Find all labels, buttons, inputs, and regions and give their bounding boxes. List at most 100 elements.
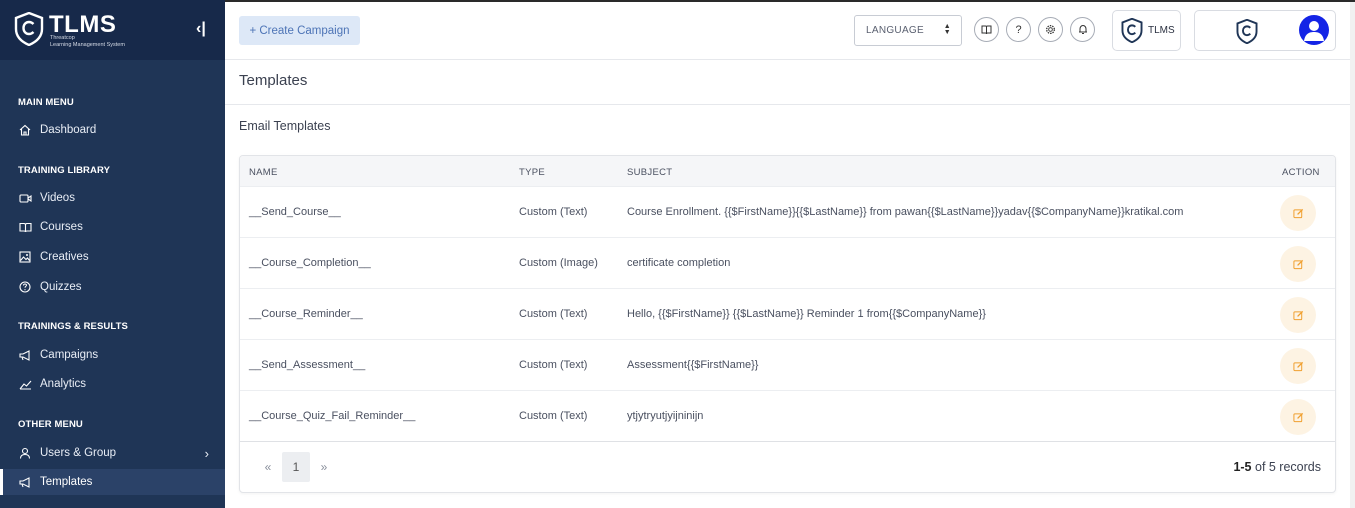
bell-icon[interactable] [1070, 17, 1095, 42]
column-header-action: ACTION [1282, 167, 1320, 178]
table-row: __Send_Course__ Custom (Text) Course Enr… [240, 187, 1335, 238]
settings-icon[interactable] [1038, 17, 1063, 42]
section-main-menu: MAIN MENU [18, 97, 74, 108]
video-icon [18, 191, 32, 205]
megaphone-icon [18, 348, 32, 362]
cell-name: __Course_Quiz_Fail_Reminder__ [249, 410, 416, 422]
table-row: __Course_Completion__ Custom (Image) cer… [240, 238, 1335, 289]
company-shield-icon [1236, 19, 1258, 44]
user-menu[interactable] [1194, 10, 1336, 51]
sidebar-item-label: Videos [40, 192, 75, 204]
cell-subject: certificate completion [627, 257, 731, 269]
org-name: TLMS [1148, 25, 1175, 36]
user-avatar-icon [1304, 21, 1324, 41]
cell-type: Custom (Text) [519, 359, 588, 371]
pagination-page[interactable]: 1 [282, 452, 310, 482]
cell-type: Custom (Text) [519, 308, 588, 320]
column-header-name: NAME [249, 167, 278, 178]
cell-name: __Course_Completion__ [249, 257, 371, 269]
sidebar-item-templates[interactable]: Templates [0, 469, 225, 495]
brand-subtitle-2: Learning Management System [50, 42, 125, 48]
trend-chart-icon [18, 377, 32, 391]
table-row: __Course_Reminder__ Custom (Text) Hello,… [240, 289, 1335, 340]
cell-name: __Send_Course__ [249, 206, 341, 218]
user-icon [18, 446, 32, 460]
sidebar-item-dashboard[interactable]: Dashboard [0, 117, 225, 143]
scrollbar[interactable] [1350, 2, 1355, 508]
edit-template-button[interactable] [1280, 246, 1316, 282]
edit-icon [1292, 259, 1303, 269]
sidebar-item-label: Dashboard [40, 124, 97, 136]
sidebar-item-videos[interactable]: Videos [0, 185, 225, 211]
language-select-label: LANGUAGE [866, 25, 924, 36]
sidebar-item-users-group[interactable]: Users & Group › [0, 440, 225, 466]
collapse-sidebar-icon[interactable]: ‹| [196, 20, 206, 38]
pagination-next[interactable]: » [310, 452, 338, 482]
sidebar-item-label: Quizzes [40, 281, 82, 293]
page-title: Templates [239, 72, 308, 89]
table-row: __Course_Quiz_Fail_Reminder__ Custom (Te… [240, 391, 1335, 442]
sidebar-item-label: Templates [40, 476, 93, 488]
pagination: « 1 » [254, 452, 338, 482]
top-header: + Create Campaign LANGUAGE ▲ ▼ ? TLMS [225, 2, 1350, 60]
sidebar-item-campaigns[interactable]: Campaigns [0, 342, 225, 368]
cell-type: Custom (Text) [519, 206, 588, 218]
records-range: 1-5 [1233, 460, 1252, 474]
cell-type: Custom (Image) [519, 257, 598, 269]
column-header-subject: SUBJECT [627, 167, 673, 178]
sidebar-item-creatives[interactable]: Creatives [0, 244, 225, 270]
sidebar-item-quizzes[interactable]: Quizzes [0, 274, 225, 300]
table-header: NAME TYPE SUBJECT ACTION [240, 156, 1335, 187]
edit-icon [1292, 310, 1303, 320]
language-select[interactable]: LANGUAGE ▲ ▼ [854, 15, 962, 46]
sidebar-item-label: Analytics [40, 378, 87, 390]
cell-name: __Send_Assessment__ [249, 359, 366, 371]
chevron-right-icon: › [204, 446, 209, 461]
avatar[interactable] [1299, 15, 1329, 45]
section-other-menu: OTHER MENU [18, 419, 83, 430]
pagination-prev[interactable]: « [254, 452, 282, 482]
sidebar-item-label: Campaigns [40, 349, 99, 361]
edit-icon [1292, 208, 1303, 218]
edit-icon [1292, 361, 1303, 371]
edit-template-button[interactable] [1280, 195, 1316, 231]
section-trainings-results: TRAININGS & RESULTS [18, 321, 128, 332]
divider [225, 104, 1350, 105]
column-header-type: TYPE [519, 167, 546, 178]
brand-subtitle-1: Threatcop [50, 35, 75, 41]
sidebar-item-analytics[interactable]: Analytics [0, 371, 225, 397]
section-title: Email Templates [239, 119, 331, 133]
cell-subject: Assessment{{$FirstName}} [627, 359, 759, 371]
sidebar-item-label: Creatives [40, 251, 89, 263]
logo-bar: TLMS Threatcop Learning Management Syste… [0, 0, 225, 60]
cell-subject: Course Enrollment. {{$FirstName}}{{$Last… [627, 206, 1184, 218]
organization-switcher[interactable]: TLMS [1112, 10, 1181, 51]
megaphone-icon [18, 475, 32, 489]
records-count: 1-5 of 5 records [1233, 460, 1321, 474]
sidebar-item-label: Courses [40, 221, 83, 233]
section-training-library: TRAINING LIBRARY [18, 165, 111, 176]
edit-template-button[interactable] [1280, 348, 1316, 384]
table-row: __Send_Assessment__ Custom (Text) Assess… [240, 340, 1335, 391]
brand-shield-icon [14, 12, 44, 46]
sidebar: TLMS Threatcop Learning Management Syste… [0, 0, 225, 508]
edit-icon [1292, 412, 1303, 422]
create-campaign-button[interactable]: + Create Campaign [239, 16, 360, 45]
main-content: Templates Email Templates NAME TYPE SUBJ… [225, 60, 1350, 508]
book-icon[interactable] [974, 17, 999, 42]
question-circle-icon [18, 280, 32, 294]
cell-name: __Course_Reminder__ [249, 308, 363, 320]
cell-type: Custom (Text) [519, 410, 588, 422]
sidebar-item-label: Users & Group [40, 447, 117, 459]
book-open-icon [18, 220, 32, 234]
select-arrows-icon: ▲ ▼ [943, 23, 951, 36]
records-total: of 5 records [1251, 460, 1321, 474]
cell-subject: Hello, {{$FirstName}} {{$LastName}} Remi… [627, 308, 986, 320]
help-icon[interactable]: ? [1006, 17, 1031, 42]
edit-template-button[interactable] [1280, 399, 1316, 435]
cell-subject: ytjytryutjyijninijn [627, 410, 704, 422]
edit-template-button[interactable] [1280, 297, 1316, 333]
templates-table-card: NAME TYPE SUBJECT ACTION __Send_Course__… [239, 155, 1336, 493]
sidebar-item-courses[interactable]: Courses [0, 214, 225, 240]
image-icon [18, 250, 32, 264]
